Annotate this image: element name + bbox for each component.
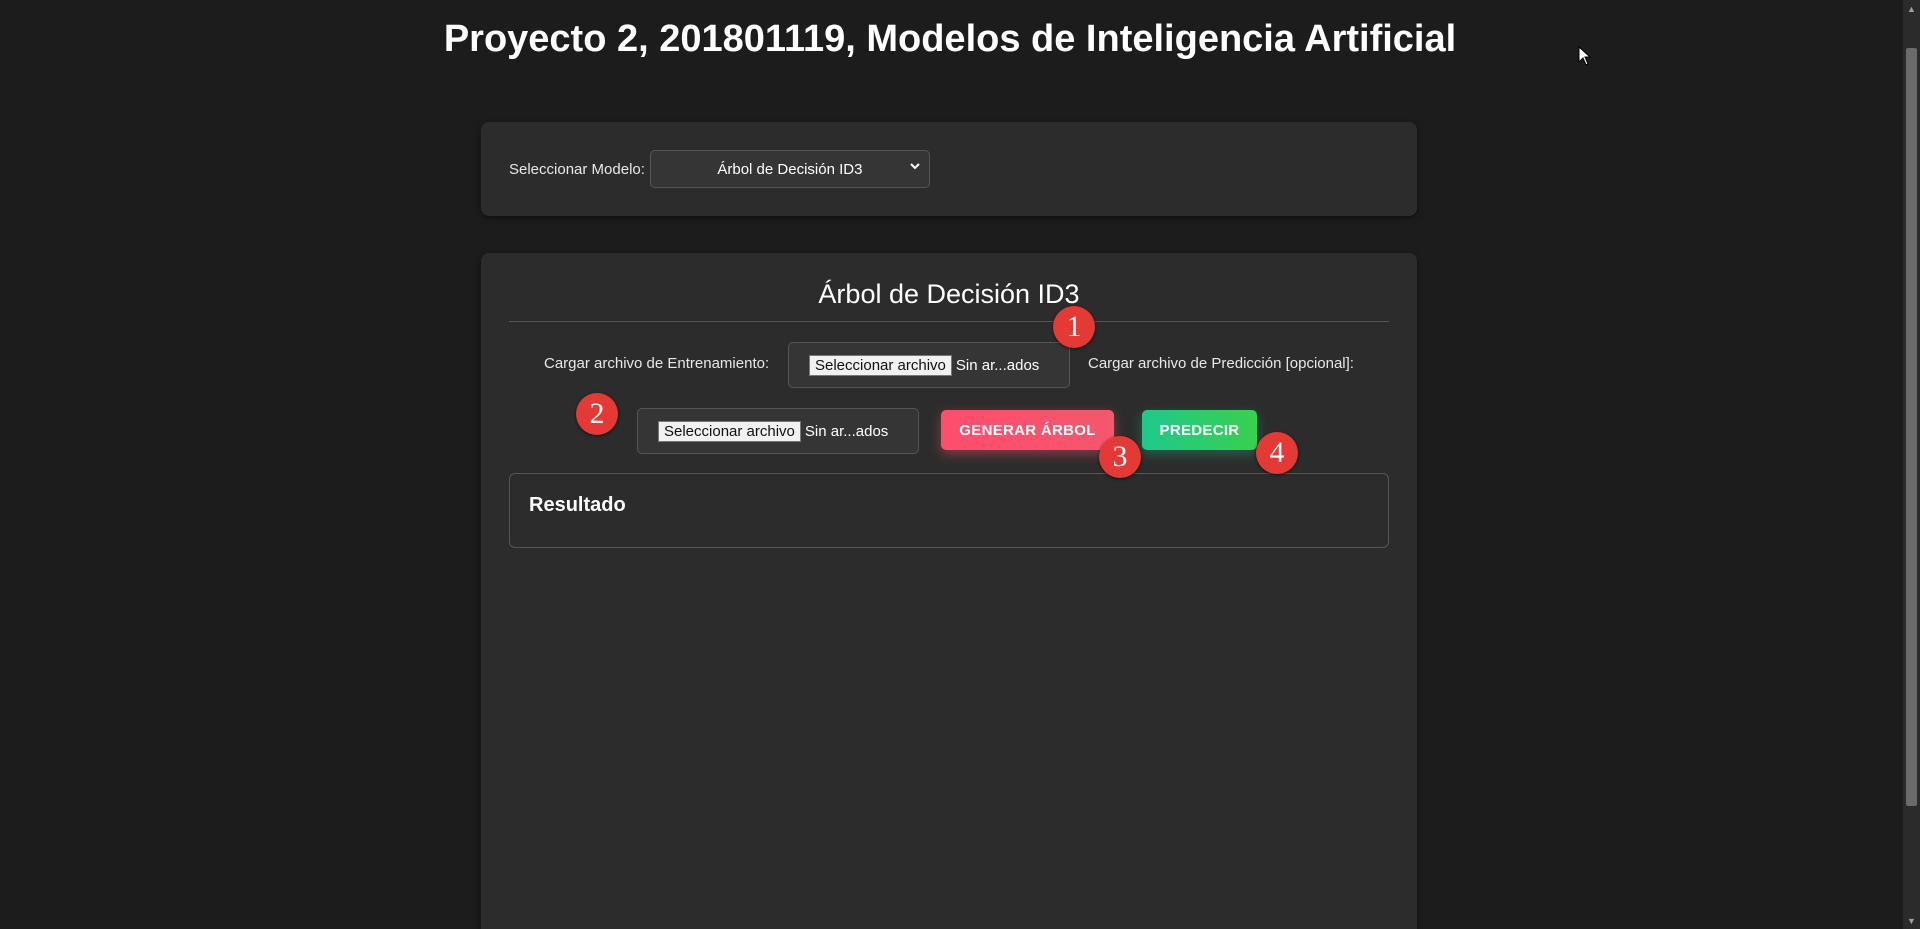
app-viewport: Proyecto 2, 201801119, Modelos de Inteli… bbox=[0, 0, 1920, 929]
scroll-up-arrow-icon[interactable]: ▲ bbox=[1903, 0, 1920, 17]
annotation-badge-3: 3 bbox=[1099, 436, 1141, 478]
predict-button[interactable]: PREDECIR bbox=[1142, 410, 1257, 450]
generate-tree-button[interactable]: GENERAR ÁRBOL bbox=[941, 410, 1114, 450]
training-file-label: Cargar archivo de Entrenamiento: bbox=[544, 355, 770, 372]
result-panel: Resultado bbox=[509, 473, 1389, 548]
scroll-down-arrow-icon[interactable]: ▼ bbox=[1903, 912, 1920, 929]
model-selector-label: Seleccionar Modelo: bbox=[509, 160, 645, 178]
annotation-badge-1: 1 bbox=[1053, 306, 1095, 348]
annotation-badge-4: 4 bbox=[1256, 432, 1298, 474]
annotation-badge-2: 2 bbox=[576, 393, 618, 435]
model-selector-row: Seleccionar Modelo: Árbol de Decisión ID… bbox=[509, 150, 930, 188]
model-selector-card: Seleccionar Modelo: Árbol de Decisión ID… bbox=[481, 122, 1417, 216]
mouse-cursor-icon bbox=[1578, 45, 1592, 71]
vertical-scrollbar[interactable]: ▲ ▼ bbox=[1903, 0, 1920, 929]
section-divider bbox=[509, 321, 1389, 322]
chevron-down-icon bbox=[909, 160, 921, 175]
model-select[interactable]: Árbol de Decisión ID3 bbox=[649, 150, 930, 188]
prediction-file-select-button[interactable]: Seleccionar archivo bbox=[658, 420, 801, 442]
scrollbar-thumb[interactable] bbox=[1906, 48, 1917, 806]
page-title: Proyecto 2, 201801119, Modelos de Inteli… bbox=[443, 18, 1457, 60]
model-panel-card: Árbol de Decisión ID3 Cargar archivo de … bbox=[481, 253, 1417, 929]
model-select-value: Árbol de Decisión ID3 bbox=[717, 160, 863, 178]
training-file-select-button[interactable]: Seleccionar archivo bbox=[809, 354, 952, 376]
prediction-file-label: Cargar archivo de Predicción [opcional]: bbox=[1088, 355, 1354, 372]
training-file-input[interactable]: Seleccionar archivo Sin ar...ados bbox=[788, 342, 1070, 388]
training-file-status: Sin ar...ados bbox=[955, 356, 1040, 374]
prediction-file-status: Sin ar...ados bbox=[804, 422, 889, 440]
prediction-file-input[interactable]: Seleccionar archivo Sin ar...ados bbox=[637, 408, 919, 454]
section-title: Árbol de Decisión ID3 bbox=[818, 279, 1080, 309]
result-title: Resultado bbox=[529, 494, 626, 516]
